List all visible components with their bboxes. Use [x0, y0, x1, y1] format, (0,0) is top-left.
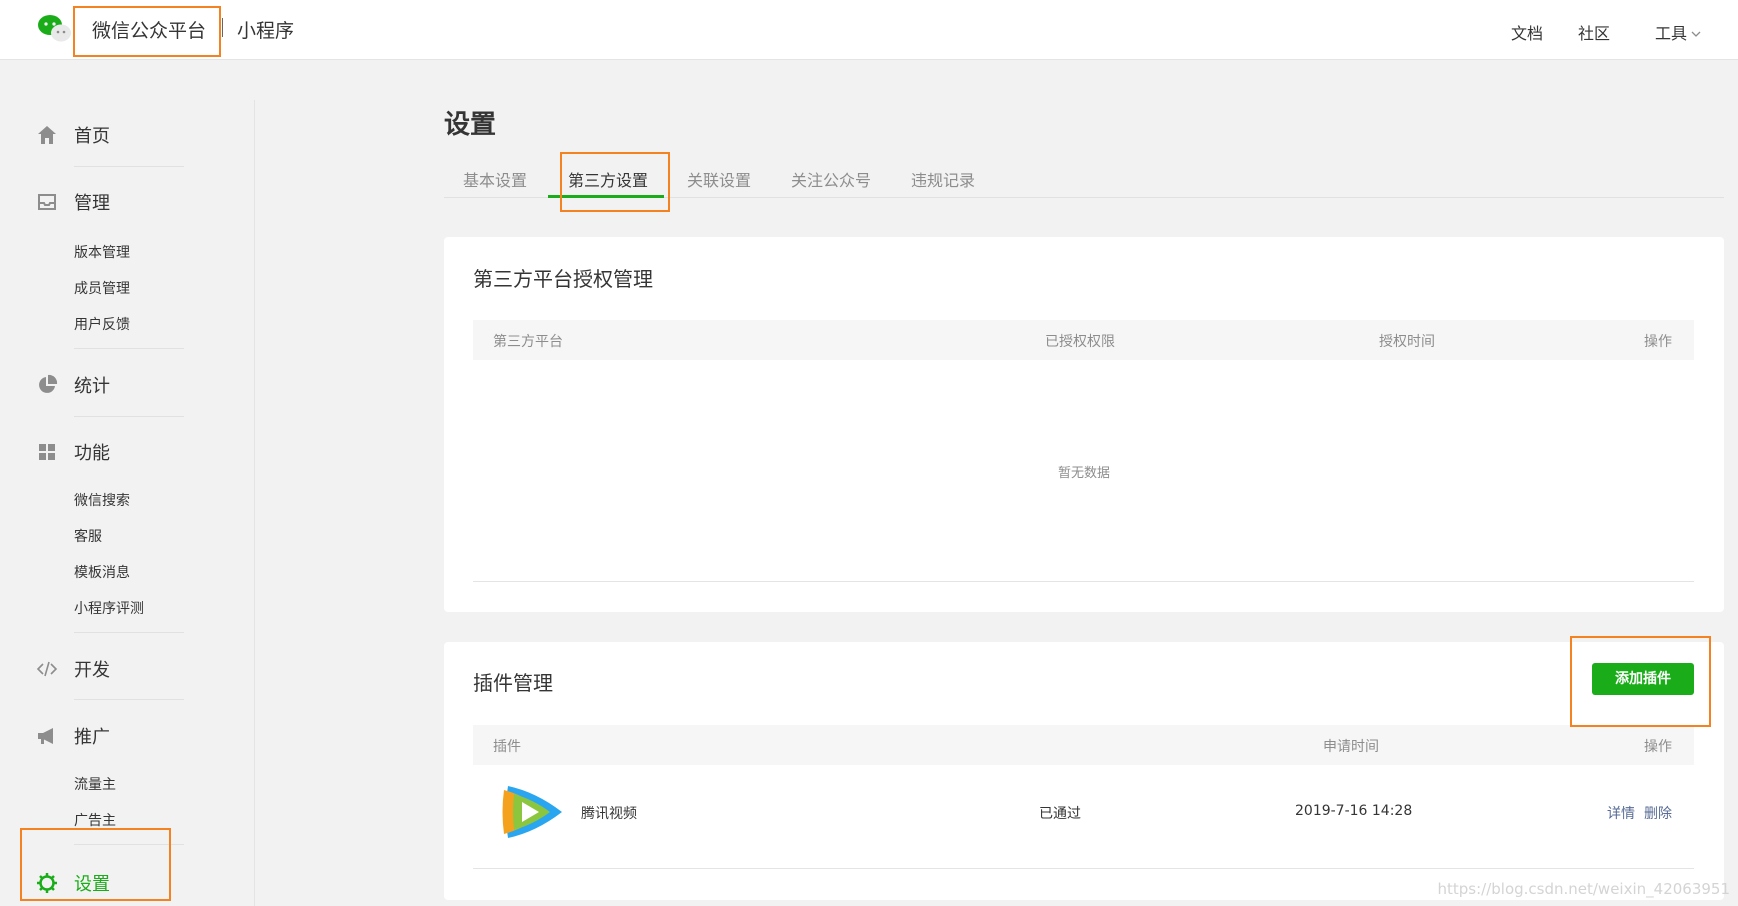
sidebar-item-manage[interactable]: 管理 [36, 189, 110, 215]
column-header: 授权时间 [1379, 334, 1435, 350]
sidebar-divider [254, 100, 255, 906]
megaphone-icon [38, 728, 53, 744]
sidebar-item-label: 管理 [74, 193, 110, 214]
column-header: 操作 [1644, 334, 1672, 350]
sidebar-item-service[interactable]: 客服 [74, 526, 102, 546]
column-header: 操作 [1644, 739, 1672, 755]
nav-community[interactable]: 社区 [1578, 20, 1610, 44]
plugin-details-link[interactable]: 详情 [1607, 803, 1635, 823]
tab-related[interactable]: 关联设置 [687, 167, 751, 191]
sidebar-item-dev[interactable]: 开发 [36, 656, 110, 682]
sidebar-item-version[interactable]: 版本管理 [74, 242, 130, 262]
plugin-apply-time: 2019-7-16 14:28 [1295, 803, 1413, 819]
sidebar [0, 60, 256, 906]
tab-violations[interactable]: 违规记录 [911, 167, 975, 191]
tab-follow-account[interactable]: 关注公众号 [791, 167, 871, 191]
sidebar-item-traffic[interactable]: 流量主 [74, 774, 116, 794]
menu-divider [74, 844, 184, 845]
third-party-title: 第三方平台授权管理 [473, 267, 653, 291]
watermark: https://blog.csdn.net/weixin_42063951 [1437, 880, 1730, 898]
column-header: 申请时间 [1323, 739, 1379, 755]
brand-title[interactable]: 微信公众平台 [92, 16, 206, 43]
nav-tools[interactable]: 工具 [1655, 20, 1701, 44]
table-row: 腾讯视频 已通过 2019-7-16 14:28 详情 删除 [473, 765, 1694, 860]
column-header: 插件 [493, 739, 521, 755]
table-bottom-line [473, 581, 1694, 582]
menu-divider [74, 348, 184, 349]
sidebar-item-promo[interactable]: 推广 [36, 723, 110, 749]
settings-tabs: 基本设置 第三方设置 关联设置 关注公众号 违规记录 [444, 155, 1724, 198]
product-title: 小程序 [237, 20, 295, 42]
plugin-table-header: 插件 申请时间 操作 [473, 725, 1694, 765]
page-title: 设置 [444, 110, 497, 140]
sidebar-item-settings[interactable]: 设置 [36, 870, 110, 896]
column-header: 第三方平台 [493, 334, 563, 350]
sidebar-item-label: 开发 [74, 660, 110, 681]
nav-tools-label: 工具 [1655, 24, 1688, 43]
menu-divider [74, 416, 184, 417]
plugin-name: 腾讯视频 [581, 806, 637, 822]
menu-divider [74, 699, 184, 700]
chevron-down-icon [1691, 31, 1701, 37]
top-bar: 微信公众平台 小程序 文档 社区 工具 [0, 0, 1738, 60]
plugin-card: 插件管理 添加插件 插件 申请时间 操作 腾讯视频 已通过 2019-7-16 … [444, 642, 1724, 900]
empty-state: 暂无数据 [1057, 466, 1110, 481]
sidebar-item-label: 设置 [74, 874, 110, 895]
sidebar-item-advertiser[interactable]: 广告主 [74, 810, 116, 830]
pie-chart-icon [39, 374, 58, 393]
plugin-title: 插件管理 [473, 671, 553, 695]
sidebar-item-members[interactable]: 成员管理 [74, 278, 130, 298]
wechat-logo-icon[interactable] [36, 13, 72, 45]
home-icon [38, 126, 56, 144]
grid-icon [39, 444, 55, 460]
table-bottom-line [473, 868, 1694, 869]
tencent-video-logo-icon [502, 786, 562, 838]
code-icon [36, 661, 58, 677]
sidebar-item-evaluation[interactable]: 小程序评测 [74, 598, 144, 618]
column-header: 已授权权限 [1045, 334, 1115, 350]
menu-divider [74, 166, 184, 167]
active-tab-indicator [548, 195, 664, 198]
nav-docs[interactable]: 文档 [1511, 20, 1543, 44]
gear-icon [37, 873, 57, 893]
inbox-icon [38, 194, 56, 210]
sidebar-item-stats[interactable]: 统计 [36, 372, 110, 398]
add-plugin-button[interactable]: 添加插件 [1592, 663, 1694, 695]
third-party-table-header: 第三方平台 已授权权限 授权时间 操作 [473, 320, 1694, 360]
sidebar-item-home[interactable]: 首页 [36, 122, 110, 148]
plugin-delete-link[interactable]: 删除 [1644, 803, 1672, 823]
sidebar-item-label: 推广 [74, 727, 110, 748]
plugin-status: 已通过 [1039, 806, 1081, 822]
tab-third-party[interactable]: 第三方设置 [568, 167, 648, 191]
sidebar-item-search[interactable]: 微信搜索 [74, 490, 130, 510]
sidebar-item-label: 功能 [74, 443, 110, 464]
menu-divider [74, 632, 184, 633]
sidebar-item-label: 统计 [74, 376, 110, 397]
sidebar-item-template[interactable]: 模板消息 [74, 562, 130, 582]
third-party-card: 第三方平台授权管理 第三方平台 已授权权限 授权时间 操作 暂无数据 [444, 237, 1724, 612]
sidebar-item-feedback[interactable]: 用户反馈 [74, 314, 130, 334]
sidebar-item-label: 首页 [74, 126, 110, 147]
brand-divider [222, 18, 223, 37]
sidebar-item-features[interactable]: 功能 [36, 439, 110, 465]
tab-basic[interactable]: 基本设置 [463, 167, 527, 191]
